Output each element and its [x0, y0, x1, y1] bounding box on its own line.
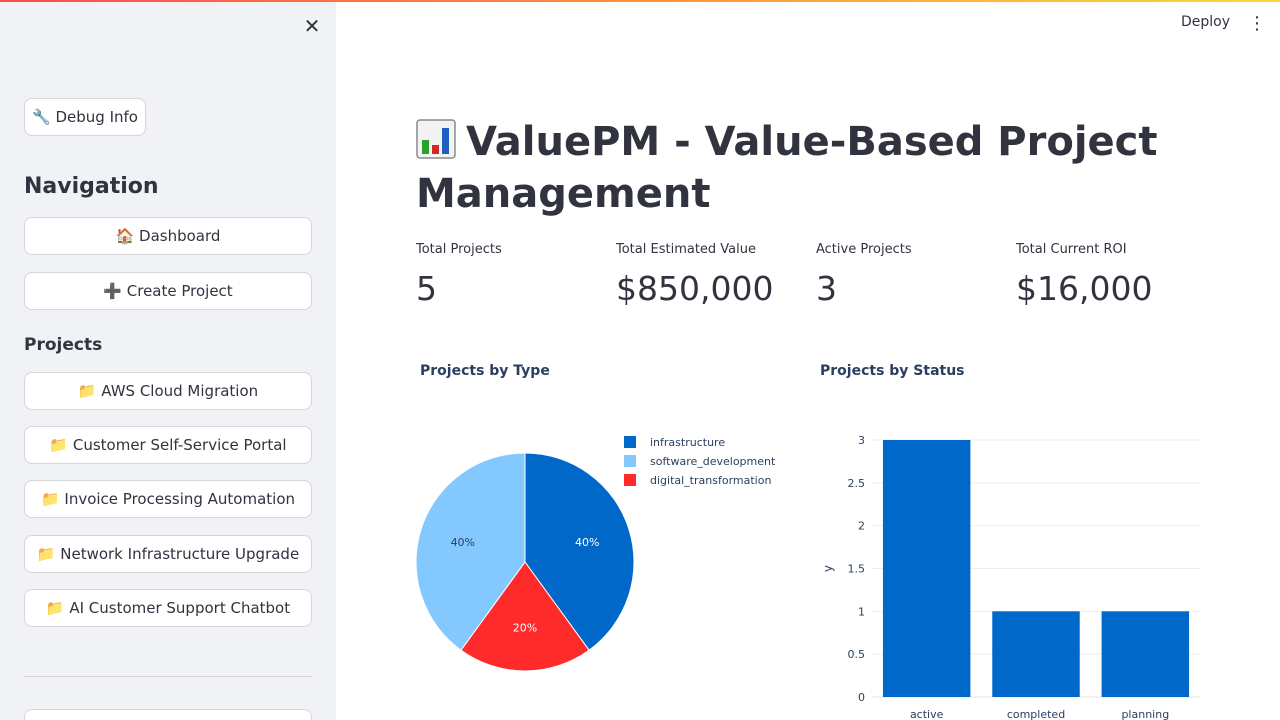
legend-swatch[interactable] — [624, 436, 636, 448]
metric-total-current-roi: Total Current ROI $16,000 — [1016, 242, 1216, 308]
y-tick-label: 2.5 — [848, 477, 866, 490]
bar-chart: 0 0.5 1 1.5 2 2.5 3 y active completed planning — [821, 434, 1200, 720]
project-button-invoice-processing-automation[interactable]: 📁 Invoice Processing Automation — [24, 480, 312, 518]
pie-chart: 40% 20% 40% infrastructure software_developm… — [415, 436, 776, 672]
main-menu-icon[interactable]: ⋮ — [1248, 12, 1266, 36]
bar-chart-icon — [416, 119, 456, 159]
sidebar-divider — [24, 676, 312, 677]
metric-value: 3 — [816, 269, 837, 308]
pie-percent-label: 40% — [451, 536, 475, 549]
metric-value: $16,000 — [1016, 269, 1153, 308]
projects-heading: Projects — [24, 335, 103, 355]
y-axis-label: y — [821, 565, 835, 572]
metric-label: Total Projects — [416, 242, 502, 257]
bar-completed[interactable] — [992, 611, 1080, 697]
y-tick-label: 1.5 — [848, 563, 866, 576]
project-button-ai-customer-support-chatbot[interactable]: 📁 AI Customer Support Chatbot — [24, 589, 312, 627]
sidebar: ✕ 🔧 Debug Info Navigation 🏠 Dashboard ➕ … — [0, 0, 336, 720]
dashboard-button[interactable]: 🏠 Dashboard — [24, 217, 312, 255]
x-tick-label: active — [910, 708, 944, 720]
x-tick-label: planning — [1121, 708, 1169, 720]
legend-label[interactable]: infrastructure — [650, 436, 725, 449]
bar-planning[interactable] — [1101, 611, 1190, 697]
debug-info-button[interactable]: 🔧 Debug Info — [24, 98, 146, 136]
metric-total-projects: Total Projects 5 — [416, 242, 616, 308]
metric-label: Active Projects — [816, 242, 912, 257]
y-tick-label: 2 — [858, 520, 865, 533]
legend-swatch[interactable] — [624, 455, 636, 467]
pie-percent-label: 20% — [513, 621, 537, 634]
legend-label[interactable]: software_development — [650, 455, 776, 468]
close-sidebar-icon[interactable]: ✕ — [300, 14, 324, 38]
bar-chart-title: Projects by Status — [820, 363, 965, 379]
y-tick-label: 3 — [858, 434, 865, 447]
navigation-heading: Navigation — [24, 174, 159, 199]
metric-active-projects: Active Projects 3 — [816, 242, 1016, 308]
pie-percent-label: 40% — [575, 536, 599, 549]
x-tick-label: completed — [1007, 708, 1065, 720]
main-content: Deploy ⋮ ValuePM - Value-Based Project M… — [336, 0, 1280, 720]
metric-label: Total Estimated Value — [616, 242, 756, 257]
page-title-text: ValuePM - Value-Based Project Management — [416, 119, 1158, 217]
project-button-customer-self-service-portal[interactable]: 📁 Customer Self-Service Portal — [24, 426, 312, 464]
project-button-aws-cloud-migration[interactable]: 📁 AWS Cloud Migration — [24, 372, 312, 410]
metric-label: Total Current ROI — [1016, 242, 1127, 257]
sidebar-cut-off-button[interactable] — [24, 709, 312, 720]
top-decoration-bar — [0, 0, 1280, 2]
page-title: ValuePM - Value-Based Project Management — [416, 116, 1176, 220]
create-project-button[interactable]: ➕ Create Project — [24, 272, 312, 310]
metric-total-estimated-value: Total Estimated Value $850,000 — [616, 242, 816, 308]
metric-value: $850,000 — [616, 269, 774, 308]
bar-active[interactable] — [882, 440, 971, 697]
project-button-network-infrastructure-upgrade[interactable]: 📁 Network Infrastructure Upgrade — [24, 535, 312, 573]
pie-chart-title: Projects by Type — [420, 363, 550, 379]
y-tick-label: 0 — [858, 691, 865, 704]
y-tick-label: 0.5 — [848, 648, 866, 661]
y-tick-label: 1 — [858, 605, 865, 618]
legend-swatch[interactable] — [624, 474, 636, 486]
metric-value: 5 — [416, 269, 437, 308]
deploy-button[interactable]: Deploy — [1181, 14, 1230, 30]
legend-label[interactable]: digital_transformation — [650, 474, 771, 487]
